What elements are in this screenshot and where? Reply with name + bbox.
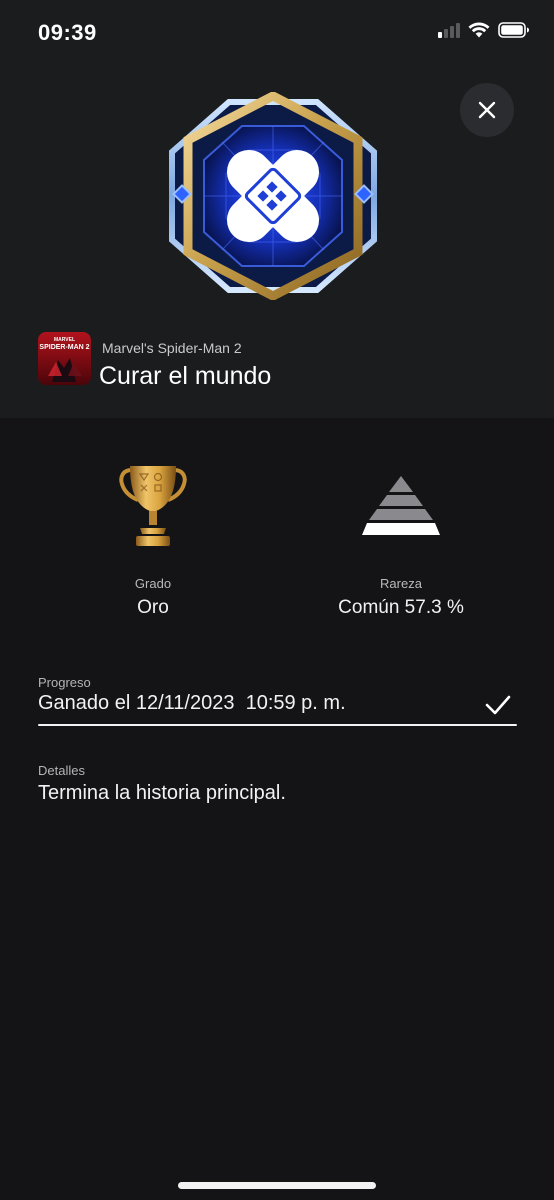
progress-value: Ganado el 12/11/2023 10:59 p. m. — [38, 692, 346, 714]
close-icon — [478, 101, 496, 119]
rarity-value: Común 57.3 % — [338, 597, 464, 618]
status-bar: 09:39 — [0, 0, 554, 66]
grade-value: Oro — [137, 597, 169, 618]
details-value: Termina la historia principal. — [38, 782, 286, 804]
game-name: Marvel's Spider-Man 2 — [102, 340, 242, 356]
home-indicator[interactable] — [178, 1182, 376, 1189]
checkmark-icon — [485, 695, 511, 715]
status-icons — [438, 22, 530, 38]
battery-icon — [498, 22, 529, 38]
game-info-row[interactable]: MARVEL SPIDER-MAN 2 Marvel's Spider-Man … — [38, 331, 534, 390]
cellular-signal-icon — [438, 22, 460, 38]
gold-trophy-icon — [53, 462, 253, 552]
status-time: 09:39 — [38, 20, 97, 45]
grade-label: Grado — [134, 576, 172, 591]
rarity-pyramid-icon — [301, 462, 501, 552]
trophy-title: Curar el mundo — [99, 362, 272, 390]
game-cover-icon: MARVEL SPIDER-MAN 2 — [38, 332, 91, 385]
rarity-stat: Rareza Común 57.3 % — [301, 462, 501, 619]
progress-underline — [38, 724, 517, 726]
details-label: Detalles — [38, 763, 85, 778]
wifi-icon — [468, 22, 490, 38]
game-cover-label: SPIDER-MAN 2 — [39, 344, 89, 351]
close-button[interactable] — [460, 83, 514, 137]
trophy-badge-bandage-icon — [169, 92, 377, 300]
progress-label: Progreso — [38, 675, 91, 690]
grade-stat: Grado Oro — [53, 462, 253, 619]
rarity-label: Rareza — [380, 576, 422, 591]
trophy-detail-screen: 09:39 MARVEL SPIDER-MAN 2 Marvel's Spide… — [0, 0, 554, 1200]
game-cover-label-top: MARVEL — [54, 337, 75, 343]
